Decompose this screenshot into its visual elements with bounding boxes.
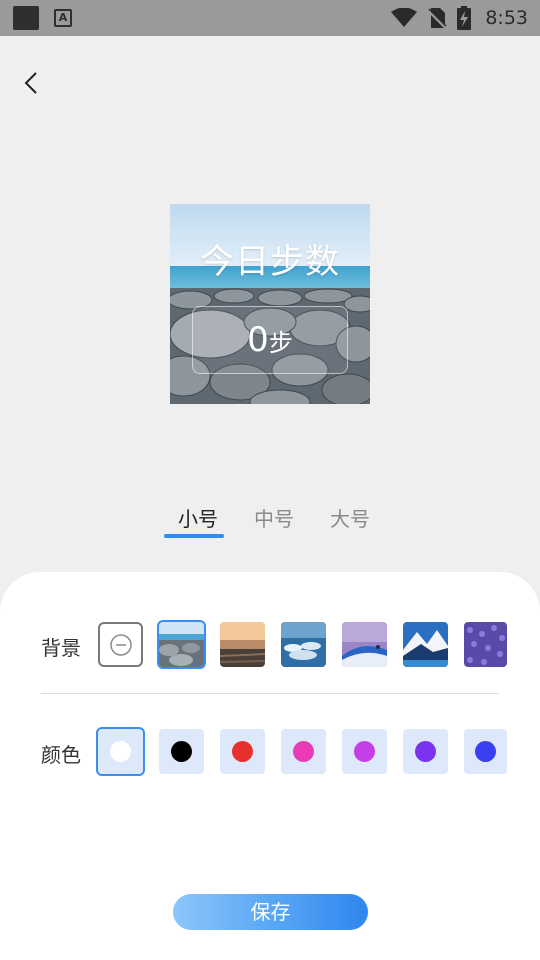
size-tabs: 小号 中号 大号 [160,500,388,540]
clock-time: 8:53 [485,7,528,29]
color-dot-black [171,741,192,762]
widget-preview: 今日步数 0步 [170,204,370,404]
back-button[interactable] [14,66,48,100]
battery-charging-icon [457,6,472,30]
steps-unit: 步 [268,329,293,357]
color-white-option[interactable] [96,727,145,776]
app-square-icon [13,6,39,30]
status-bar: A 8:53 [0,0,540,36]
divider [41,693,499,694]
color-red-option[interactable] [220,729,265,774]
color-dot-red [232,741,253,762]
tab-medium[interactable]: 中号 [236,500,312,538]
color-black-option[interactable] [159,729,204,774]
tab-small[interactable]: 小号 [160,500,236,538]
no-sim-icon [427,8,448,29]
background-snow-mountain-lake-option[interactable] [403,622,448,667]
save-button[interactable]: 保存 [173,894,368,930]
wifi-icon [391,8,418,27]
steps-count: 0步 [170,320,370,360]
color-label: 颜色 [41,743,81,767]
color-magenta-option[interactable] [342,729,387,774]
tab-large[interactable]: 大号 [312,500,388,538]
background-none-option[interactable] [98,622,143,667]
background-sunset-sea-option[interactable] [220,622,265,667]
background-blue-sea-option[interactable] [281,622,326,667]
preview-title: 今日步数 [200,242,340,282]
background-purple-snow-hill-option[interactable] [342,622,387,667]
keyboard-a-icon: A [54,9,72,27]
color-purple-option[interactable] [403,729,448,774]
color-dot-white [110,741,131,762]
no-entry-icon [109,633,132,656]
chevron-left-icon [24,72,37,94]
steps-value: 0 [247,320,269,360]
color-dot-magenta [354,741,375,762]
color-blue-option[interactable] [464,729,507,774]
background-label: 背景 [41,636,81,660]
background-pebble-beach-option[interactable] [157,620,206,669]
background-lavender-field-option[interactable] [464,622,507,667]
color-dot-purple [415,741,436,762]
color-dot-blue [475,741,496,762]
color-dot-pink [293,741,314,762]
color-pink-option[interactable] [281,729,326,774]
